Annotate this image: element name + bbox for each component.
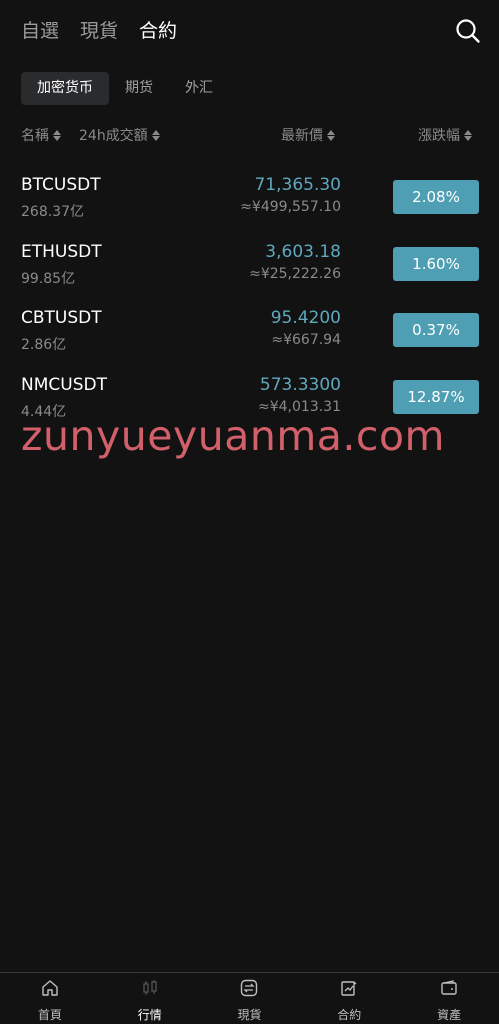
search-icon[interactable] <box>455 18 481 44</box>
tab-contract[interactable]: 合約 <box>139 0 177 62</box>
cny-price: ≈¥667.94 <box>271 332 341 349</box>
change-badge[interactable]: 1.60% <box>393 246 479 281</box>
watermark-text: zunyueyuanma.com <box>21 412 445 460</box>
change-badge[interactable]: 2.08% <box>393 180 479 214</box>
market-row-cbtusdt[interactable]: CBTUSDT 2.86亿 95.4200 ≈¥667.94 0.37% <box>0 298 499 365</box>
change-badge[interactable]: 0.37% <box>393 313 479 348</box>
column-change-label: 漲跌幅 <box>418 128 460 144</box>
market-row-btcusdt[interactable]: BTCUSDT 268.37亿 71,365.30 ≈¥499,557.10 2… <box>0 165 499 232</box>
cny-price: ≈¥25,222.26 <box>249 265 341 282</box>
column-headers: 名稱 24h成交額 最新價 漲跌幅 <box>0 122 499 148</box>
wallet-icon <box>440 979 458 997</box>
tab-crypto[interactable]: 加密货币 <box>21 72 109 105</box>
sort-name[interactable]: 名稱 <box>21 122 61 148</box>
candlestick-icon <box>141 979 159 997</box>
tab-forex[interactable]: 外汇 <box>169 72 229 105</box>
symbol: NMCUSDT <box>21 374 107 395</box>
sort-icon <box>327 129 335 141</box>
symbol: ETHUSDT <box>21 241 102 262</box>
market-row-ethusdt[interactable]: ETHUSDT 99.85亿 3,603.18 ≈¥25,222.26 1.60… <box>0 232 499 299</box>
category-tabs: 加密货币 期货 外汇 <box>21 72 229 105</box>
contract-icon <box>340 979 358 997</box>
nav-contract[interactable]: 合約 <box>299 973 399 1024</box>
column-price-label: 最新價 <box>281 128 323 144</box>
nav-label: 首頁 <box>37 1008 62 1022</box>
volume: 99.85亿 <box>21 270 76 287</box>
cny-price: ≈¥499,557.10 <box>240 199 341 215</box>
nav-market[interactable]: 行情 <box>100 973 200 1024</box>
tab-spot[interactable]: 現貨 <box>80 0 118 62</box>
top-tab-bar: 自選 現貨 合約 <box>0 0 499 62</box>
sort-icon <box>464 129 472 141</box>
sort-icon <box>151 129 160 141</box>
tab-favorites[interactable]: 自選 <box>21 0 59 62</box>
swap-icon <box>240 979 258 997</box>
last-price: 3,603.18 <box>265 241 341 262</box>
symbol: BTCUSDT <box>21 175 101 195</box>
last-price: 71,365.30 <box>254 175 341 195</box>
column-volume-label: 24h成交額 <box>79 128 148 144</box>
nav-label: 合約 <box>337 1008 362 1022</box>
sort-change[interactable]: 漲跌幅 <box>418 122 472 148</box>
nav-label: 資產 <box>437 1008 462 1022</box>
change-badge[interactable]: 12.87% <box>393 379 479 414</box>
nav-home[interactable]: 首頁 <box>0 973 100 1024</box>
sort-price[interactable]: 最新價 <box>281 122 335 148</box>
bottom-nav: 首頁 行情 現貨 合約 資產 <box>0 972 499 1024</box>
nav-label: 現貨 <box>237 1008 262 1022</box>
home-icon <box>41 979 59 997</box>
volume: 268.37亿 <box>21 204 84 220</box>
sort-volume[interactable]: 24h成交額 <box>79 122 160 148</box>
market-list: BTCUSDT 268.37亿 71,365.30 ≈¥499,557.10 2… <box>0 165 499 431</box>
last-price: 573.3300 <box>259 374 341 395</box>
tab-futures[interactable]: 期货 <box>109 72 169 105</box>
sort-icon <box>53 129 61 141</box>
volume: 2.86亿 <box>21 337 67 354</box>
last-price: 95.4200 <box>270 308 341 329</box>
nav-assets[interactable]: 資產 <box>399 973 499 1024</box>
nav-spot[interactable]: 現貨 <box>200 973 300 1024</box>
nav-label: 行情 <box>137 1008 162 1022</box>
symbol: CBTUSDT <box>21 308 102 329</box>
column-name-label: 名稱 <box>21 128 49 144</box>
